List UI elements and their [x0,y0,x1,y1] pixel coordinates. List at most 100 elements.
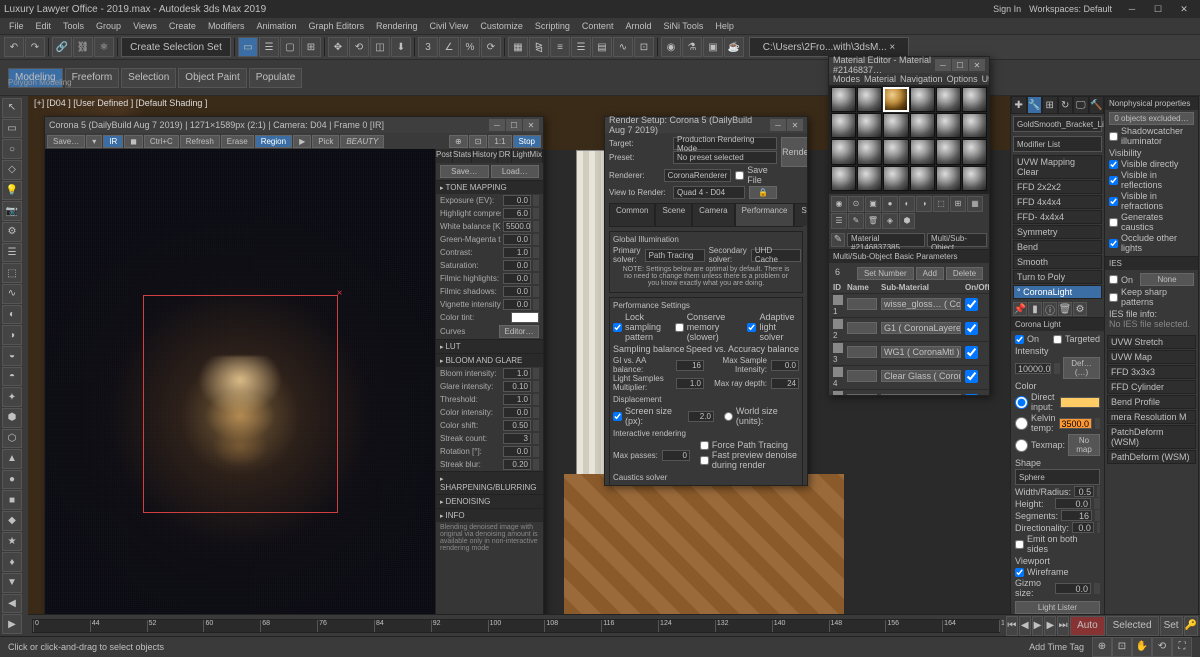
stack-7[interactable]: Turn to Poly [1013,270,1102,284]
selection-set[interactable]: Create Selection Set [121,37,231,57]
matslot-22[interactable] [936,166,961,191]
leftbtn-8[interactable]: ⬚ [2,263,22,283]
menu-grapheditors[interactable]: Graph Editors [303,20,369,32]
tab-display[interactable]: 🖵 [1073,96,1089,114]
layers-button[interactable]: ☰ [571,37,591,57]
pin-stack[interactable]: 📌 [1013,302,1027,316]
leftbtn-16[interactable]: ⬡ [2,429,22,449]
rs-screen[interactable]: 2.0 [688,411,714,422]
me-close[interactable]: ✕ [969,59,985,71]
bind-button[interactable]: ⚛ [94,37,114,57]
vfb-pick[interactable]: Pick [312,135,339,148]
menu-help[interactable]: Help [710,20,739,32]
leftbtn-12[interactable]: ◒ [2,346,22,366]
search-path[interactable]: C:\Users\2Fro...with\3dsM... × [749,37,909,57]
matedit-button[interactable]: ◉ [661,37,681,57]
tab-hierarchy[interactable]: ⊞ [1042,96,1058,114]
leftbtn-18[interactable]: ● [2,470,22,490]
rs-maxray[interactable]: 24 [771,378,799,389]
metb-2[interactable]: ▣ [865,196,881,212]
rs-min[interactable]: ─ [770,119,786,131]
matslot-20[interactable] [883,166,908,191]
matslot-9[interactable] [910,113,935,138]
metb-12[interactable]: ◈ [882,213,898,229]
ribtab-freeform[interactable]: Freeform [65,68,120,88]
cl-wr[interactable]: 0.5 [1074,486,1094,497]
tab-modify[interactable]: 🔧 [1027,96,1043,114]
menu-customize[interactable]: Customize [475,20,528,32]
metb-7[interactable]: ⊞ [950,196,966,212]
tonerows-4[interactable]: 1.0 [503,247,531,258]
rstab-common[interactable]: Common [609,203,655,226]
vfb-close[interactable]: ✕ [523,119,539,131]
vfb-refresh[interactable]: Refresh [180,135,220,148]
stack-0[interactable]: UVW Mapping Clear [1013,155,1102,179]
bloomrows-4[interactable]: 0.50 [503,420,531,431]
rfw-button[interactable]: ▣ [703,37,723,57]
matslot-7[interactable] [857,113,882,138]
ies-none[interactable]: None [1140,273,1194,286]
pctsnap-button[interactable]: % [460,37,480,57]
np-excl[interactable]: 0 objects excluded… [1109,112,1194,125]
matslot-0[interactable] [831,87,856,112]
goto-end[interactable]: ⏭ [1057,616,1069,636]
bloomrows-3[interactable]: 0.0 [503,407,531,418]
anglesnap-button[interactable]: ∠ [439,37,459,57]
vischk-3[interactable] [1109,218,1118,227]
vischk-0[interactable] [1109,160,1118,169]
select-button[interactable]: ▭ [238,37,258,57]
vfbtab-dr[interactable]: DR [498,149,512,163]
vfb-stop2[interactable]: Stop [513,135,541,148]
matrow-4[interactable]: 4 Clear Glass ( CoronaMtl ) [831,365,989,389]
nav-zoomall[interactable]: ⊡ [1112,637,1132,657]
scene-explorer-button[interactable]: ▤ [592,37,612,57]
metb-3[interactable]: ● [882,196,898,212]
bloomrows-1[interactable]: 0.10 [503,381,531,392]
roll-ies[interactable]: IES [1105,257,1198,270]
rs-maxsamp[interactable]: 0.0 [771,360,799,371]
tonerows-2[interactable]: 5500.0 [503,221,531,232]
stack-8[interactable]: ° CoronaLight [1013,285,1102,299]
leftbtn-21[interactable]: ★ [2,532,22,552]
ies-on[interactable] [1109,275,1118,284]
rs-render-button[interactable]: Render [781,137,807,167]
selected[interactable]: Selected [1106,616,1159,636]
scale-button[interactable]: ◫ [370,37,390,57]
leftbtn-3[interactable]: ◇ [2,160,22,180]
colortint[interactable] [511,312,539,323]
vfb-ctrlc[interactable]: Ctrl+C [144,135,179,148]
stackr-7[interactable]: PathDeform (WSM) [1107,450,1196,464]
prev-frame[interactable]: ◀ [1019,616,1031,636]
matslot-11[interactable] [962,113,987,138]
bloomrows-6[interactable]: 0.0 [503,446,531,457]
tonerows-6[interactable]: 0.0 [503,273,531,284]
metb-13[interactable]: ⬢ [899,213,915,229]
rs-lock[interactable]: 🔒 [749,186,777,199]
render-button[interactable]: ☕ [724,37,744,57]
remove-mod[interactable]: 🗑 [1058,302,1072,316]
matslot-10[interactable] [936,113,961,138]
menu-edit[interactable]: Edit [31,20,57,32]
leftbtn-23[interactable]: ▼ [2,573,22,593]
rs-view[interactable]: Quad 4 - D04 [673,186,745,199]
chk-adapt[interactable] [747,323,756,332]
menu-sinitools[interactable]: SiNi Tools [658,20,708,32]
rs-renderer[interactable]: CoronaRenderer [664,169,732,182]
nav-max[interactable]: ⛶ [1172,637,1192,657]
add-time-tag[interactable]: Add Time Tag [1029,642,1084,652]
mod-list[interactable]: Modifier List [1013,136,1102,152]
me-roll-multi[interactable]: Multi/Sub-Object Basic Parameters [829,250,989,263]
memenu-modes[interactable]: Modes [833,74,860,84]
roll-corona[interactable]: Corona Light [1011,318,1104,331]
auto-key[interactable]: Auto [1070,616,1105,636]
cl-nomap[interactable]: No map [1068,434,1100,456]
rad-world[interactable] [724,412,733,421]
vfb-zoom[interactable]: ⊕ [449,135,468,148]
config[interactable]: ⚙ [1073,302,1087,316]
memenu-material[interactable]: Material [864,74,896,84]
place-button[interactable]: ⬇ [391,37,411,57]
stackr-5[interactable]: mera Resolution M [1107,410,1196,424]
me-setnum[interactable]: Set Number [857,267,914,280]
vfb-save[interactable]: Save… [47,135,85,148]
menu-animation[interactable]: Animation [251,20,301,32]
